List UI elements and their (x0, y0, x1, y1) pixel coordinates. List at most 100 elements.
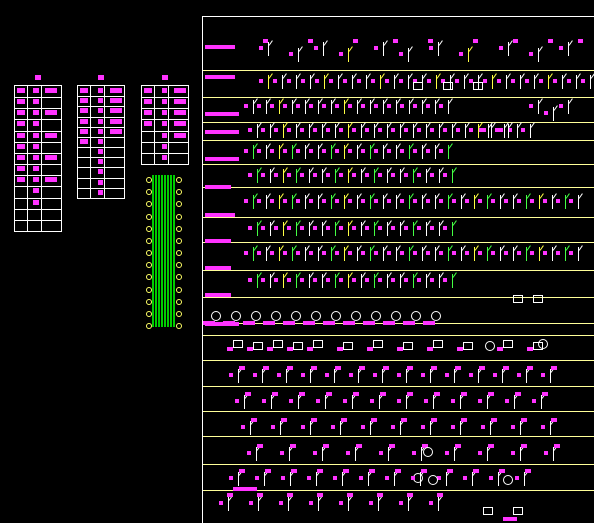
table-row-line (78, 126, 124, 128)
lamp-circle-symbol (271, 311, 281, 321)
symbol-label-mark (491, 418, 497, 422)
symbol-label-mark (205, 266, 231, 270)
symbol-label-mark (265, 469, 271, 473)
table-row-line (142, 130, 188, 132)
symbol-label-mark (323, 321, 335, 325)
switch-contact-symbol (385, 470, 401, 486)
symbol-label-mark (205, 293, 231, 297)
table-cell-mark (162, 99, 167, 105)
switch-contact-symbol (271, 419, 287, 435)
coil-box-symbol (313, 340, 323, 348)
wiring-table-1 (14, 75, 62, 232)
table-cell-mark (33, 132, 39, 138)
table-row-line (78, 106, 124, 108)
symbol-label-mark (257, 493, 263, 497)
symbol-label-mark (431, 418, 437, 422)
symbol-label-mark (272, 392, 278, 396)
switch-contact-symbol (517, 367, 533, 383)
symbol-label-mark (233, 487, 257, 491)
symbol-label-mark (205, 130, 239, 134)
switch-contact-symbol (443, 167, 459, 183)
table-cell-mark (98, 149, 103, 155)
coil-box-symbol (343, 342, 353, 350)
coil-box-symbol (253, 342, 263, 350)
panel-row-rule (203, 360, 594, 361)
switch-contact-symbol (499, 40, 515, 56)
table-cell-mark (33, 166, 39, 172)
symbol-label-mark (267, 347, 273, 351)
table-cell-mark (17, 99, 25, 105)
symbol-label-mark (488, 444, 494, 448)
table-cell-mark (144, 88, 152, 93)
switch-contact-symbol (399, 46, 415, 62)
coil-box-symbol (473, 82, 483, 90)
lamp-circle-symbol (428, 475, 438, 485)
switch-contact-symbol (411, 470, 427, 486)
symbol-label-mark (542, 392, 548, 396)
symbol-label-mark (473, 39, 478, 43)
symbol-label-mark (427, 347, 433, 351)
symbol-label-mark (389, 444, 395, 448)
switch-contact-symbol (559, 40, 575, 56)
symbol-label-mark (457, 347, 463, 351)
symbol-label-mark (578, 39, 583, 43)
symbol-label-mark (423, 321, 435, 325)
table-row-line (15, 108, 61, 110)
cad-drawing-canvas (0, 0, 594, 523)
switch-contact-symbol (445, 367, 461, 383)
symbol-label-mark (371, 418, 377, 422)
symbol-label-mark (343, 469, 349, 473)
switch-contact-symbol (569, 245, 585, 261)
panel-row-rule (203, 217, 594, 218)
symbol-label-mark (290, 444, 296, 448)
symbol-label-mark (363, 321, 375, 325)
switch-contact-symbol (339, 46, 355, 62)
symbol-label-mark (263, 39, 268, 43)
switch-contact-symbol (437, 470, 453, 486)
table-cell-mark (17, 132, 25, 138)
table-cell-mark (162, 88, 167, 93)
symbol-label-mark (407, 493, 413, 497)
switch-contact-symbol (219, 495, 235, 511)
table-cell-mark (110, 98, 122, 104)
table-cell-mark (33, 177, 39, 183)
switch-contact-symbol (569, 193, 585, 209)
table-cell-mark (110, 108, 122, 114)
table-row-line (15, 141, 61, 143)
panel-row-rule (203, 335, 594, 336)
symbol-label-mark (525, 469, 531, 473)
table-cell-mark (45, 154, 57, 160)
switch-contact-symbol (459, 46, 475, 62)
lamp-circle-symbol (231, 311, 241, 321)
symbol-label-mark (421, 469, 427, 473)
symbol-label-mark (239, 469, 245, 473)
terminal-point (176, 274, 182, 281)
panel-row-rule (203, 411, 594, 412)
panel-row-rule (203, 386, 594, 387)
terminal-point (176, 189, 182, 196)
table-cell-mark (174, 110, 186, 116)
terminal-point (176, 262, 182, 269)
switch-contact-symbol (451, 419, 467, 435)
table-row-line (78, 147, 124, 149)
table-cell-mark (98, 88, 103, 93)
lamp-circle-symbol (431, 311, 441, 321)
panel-row-rule (203, 464, 594, 465)
symbol-label-mark (251, 418, 257, 422)
symbol-label-mark (308, 39, 313, 43)
coil-box-symbol (463, 342, 473, 350)
switch-contact-symbol (229, 470, 245, 486)
table-cell-mark (80, 108, 88, 114)
symbol-label-mark (367, 347, 373, 351)
switch-contact-symbol (532, 393, 548, 409)
switch-contact-symbol (479, 122, 495, 138)
symbol-label-mark (263, 321, 275, 325)
switch-contact-symbol (281, 470, 297, 486)
table-cell-mark (33, 143, 39, 149)
panel-row-rule (203, 140, 594, 141)
switch-contact-symbol (529, 46, 545, 62)
switch-contact-symbol (421, 419, 437, 435)
symbol-label-mark (205, 112, 239, 116)
symbol-label-mark (205, 45, 235, 49)
symbol-label-mark (323, 444, 329, 448)
